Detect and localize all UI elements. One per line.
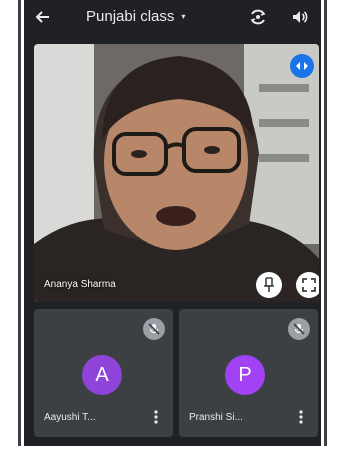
fullscreen-button[interactable] — [296, 272, 319, 298]
screen-edge-right — [324, 0, 327, 446]
pin-button[interactable] — [256, 272, 282, 298]
participant-name: Aayushi T... — [44, 412, 96, 423]
participant-tile[interactable]: P Pranshi Si... — [179, 309, 318, 437]
pin-icon — [264, 277, 274, 292]
top-bar: Punjabi class ▾ — [24, 0, 321, 36]
mic-off-icon — [293, 323, 305, 335]
participant-name-tag: Ananya Sharma — [44, 279, 116, 290]
chevron-down-icon: ▾ — [181, 12, 186, 21]
audio-output-button[interactable] — [288, 5, 312, 29]
meeting-title: Punjabi class — [86, 8, 175, 25]
switch-camera-icon — [250, 9, 266, 25]
mic-off-icon — [148, 323, 160, 335]
participant-name: Pranshi Si... — [189, 412, 243, 423]
participant-tile[interactable]: A Aayushi T... — [34, 309, 173, 437]
avatar: P — [225, 355, 265, 395]
more-vert-icon — [154, 410, 158, 424]
screen-edge-left — [18, 0, 21, 446]
main-video-feed[interactable]: Ananya Sharma — [34, 44, 319, 302]
speaker-icon — [293, 11, 308, 23]
layout-icon — [296, 62, 308, 70]
back-arrow-icon — [35, 11, 49, 23]
meeting-title-dropdown[interactable]: Punjabi class ▾ — [86, 8, 185, 25]
back-button[interactable] — [32, 6, 54, 28]
mic-off-badge — [288, 318, 310, 340]
layout-button[interactable] — [290, 54, 314, 78]
more-vert-icon — [299, 410, 303, 424]
participant-more-button[interactable] — [149, 408, 163, 426]
participant-video-image — [34, 44, 319, 302]
mic-off-badge — [143, 318, 165, 340]
switch-camera-button[interactable] — [246, 5, 270, 29]
meet-screen: Punjabi class ▾ Ananya Sharma A Aayushi … — [24, 0, 321, 446]
avatar: A — [82, 355, 122, 395]
participant-more-button[interactable] — [294, 408, 308, 426]
fullscreen-icon — [302, 278, 316, 292]
